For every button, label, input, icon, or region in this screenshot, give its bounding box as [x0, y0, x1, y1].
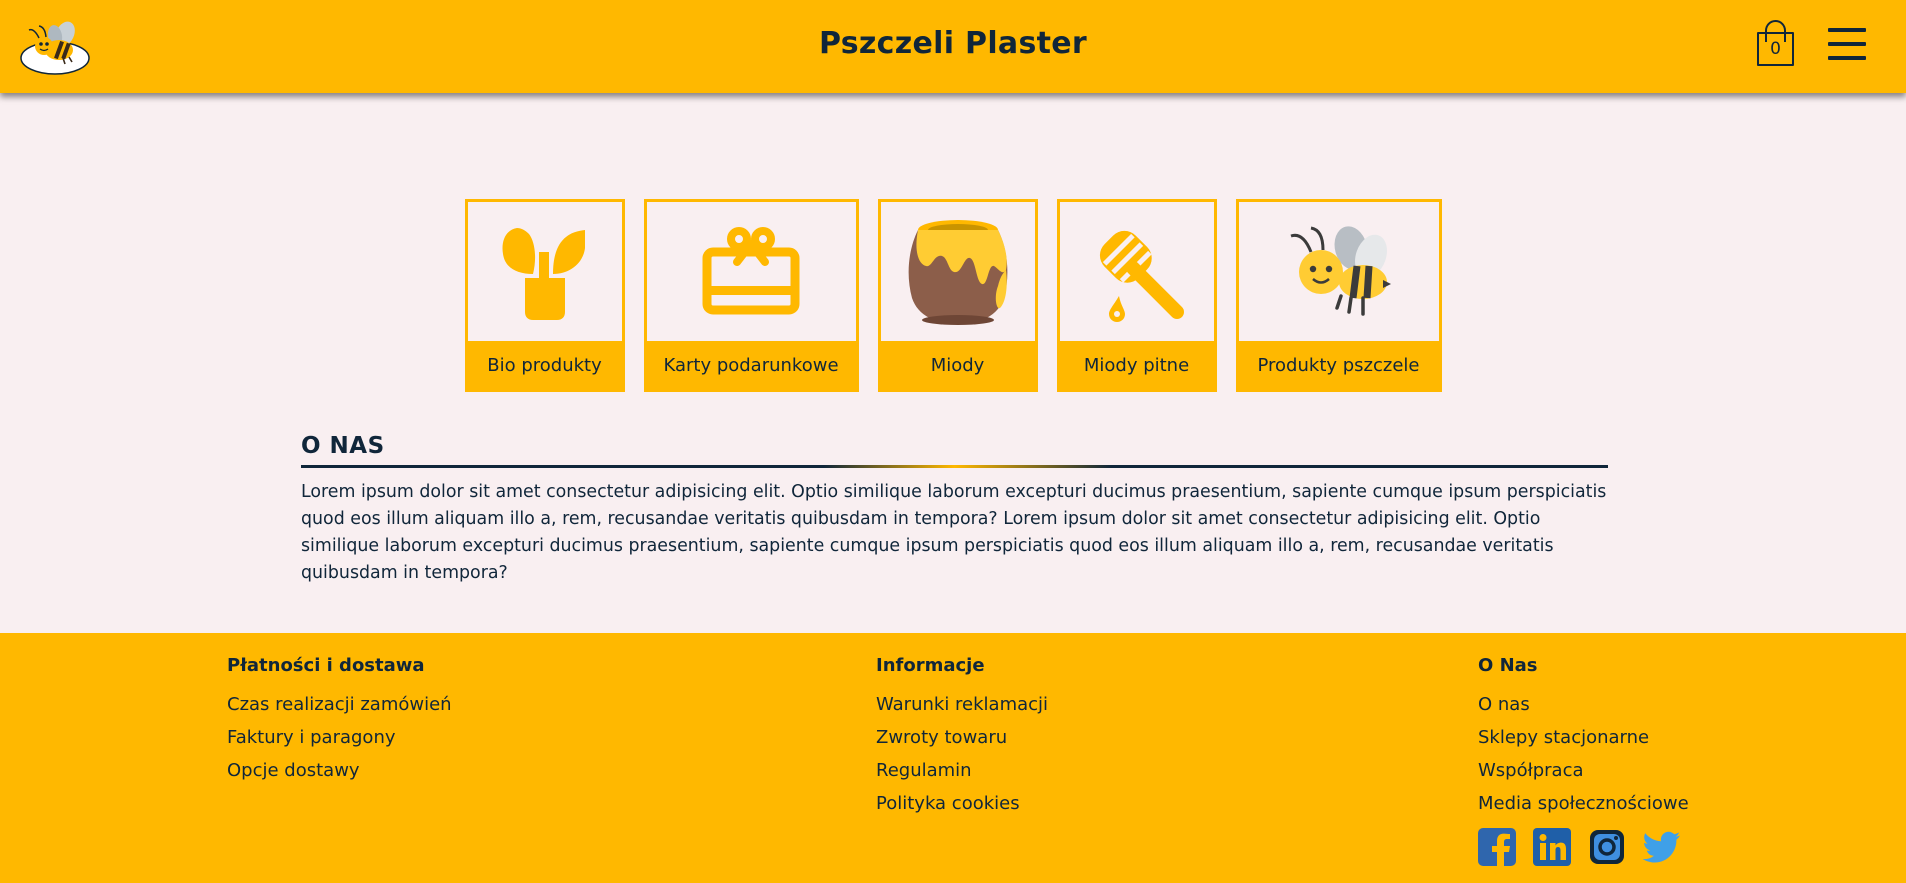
- footer-link[interactable]: Faktury i paragony: [227, 726, 452, 759]
- category-bio-produkty[interactable]: Bio produkty: [464, 199, 625, 392]
- footer-column-about: O Nas O nas Sklepy stacjonarne Współprac…: [1478, 655, 1689, 866]
- cart-button[interactable]: 0: [1756, 20, 1796, 68]
- facebook-icon[interactable]: [1478, 828, 1516, 866]
- footer-link[interactable]: Polityka cookies: [876, 792, 1048, 825]
- category-label: Bio produkty: [467, 341, 622, 389]
- category-miody[interactable]: Miody: [877, 199, 1038, 392]
- footer-link[interactable]: Sklepy stacjonarne: [1478, 726, 1689, 759]
- honey-dipper-icon: [1099, 230, 1184, 322]
- about-section: O NAS Lorem ipsum dolor sit amet consect…: [301, 433, 1608, 587]
- footer-column-payments: Płatności i dostawa Czas realizacji zamó…: [227, 655, 452, 792]
- category-list: Bio produkty Karty podarunkowe Miody Mio…: [0, 199, 1906, 392]
- category-label: Miody: [880, 341, 1035, 389]
- footer-link[interactable]: O nas: [1478, 693, 1689, 726]
- instagram-icon[interactable]: [1588, 828, 1626, 866]
- footer-link[interactable]: Zwroty towaru: [876, 726, 1048, 759]
- category-miody-pitne[interactable]: Miody pitne: [1056, 199, 1217, 392]
- social-links: [1478, 828, 1689, 866]
- plant-icon: [502, 227, 585, 320]
- linkedin-icon[interactable]: [1533, 828, 1571, 866]
- footer-link[interactable]: Regulamin: [876, 759, 1048, 792]
- footer-link[interactable]: Media społecznościowe: [1478, 792, 1689, 825]
- footer-column-info: Informacje Warunki reklamacji Zwroty tow…: [876, 655, 1048, 825]
- category-produkty-pszczele[interactable]: Produkty pszczele: [1235, 199, 1442, 392]
- bee-icon: [1290, 225, 1391, 316]
- about-divider: [301, 465, 1608, 468]
- category-karty-podarunkowe[interactable]: Karty podarunkowe: [643, 199, 859, 392]
- category-label: Karty podarunkowe: [646, 341, 856, 389]
- category-label: Produkty pszczele: [1238, 341, 1439, 389]
- footer-heading: Płatności i dostawa: [227, 655, 425, 676]
- footer-link[interactable]: Czas realizacji zamówień: [227, 693, 452, 726]
- about-text: Lorem ipsum dolor sit amet consectetur a…: [301, 482, 1607, 583]
- site-title[interactable]: Pszczeli Plaster: [0, 26, 1906, 61]
- footer-heading: Informacje: [876, 655, 985, 676]
- gift-card-icon: [702, 226, 800, 314]
- about-heading: O NAS: [301, 433, 385, 459]
- site-footer: Płatności i dostawa Czas realizacji zamó…: [0, 633, 1906, 883]
- footer-link[interactable]: Opcje dostawy: [227, 759, 452, 792]
- footer-link[interactable]: Współpraca: [1478, 759, 1689, 792]
- footer-link[interactable]: Warunki reklamacji: [876, 693, 1048, 726]
- cart-count: 0: [1770, 39, 1781, 59]
- site-header: Pszczeli Plaster 0: [0, 0, 1906, 93]
- twitter-icon[interactable]: [1643, 828, 1681, 866]
- footer-heading: O Nas: [1478, 655, 1538, 676]
- honey-pot-icon: [908, 219, 1007, 325]
- hamburger-menu-icon[interactable]: [1828, 28, 1866, 60]
- category-label: Miody pitne: [1059, 341, 1214, 389]
